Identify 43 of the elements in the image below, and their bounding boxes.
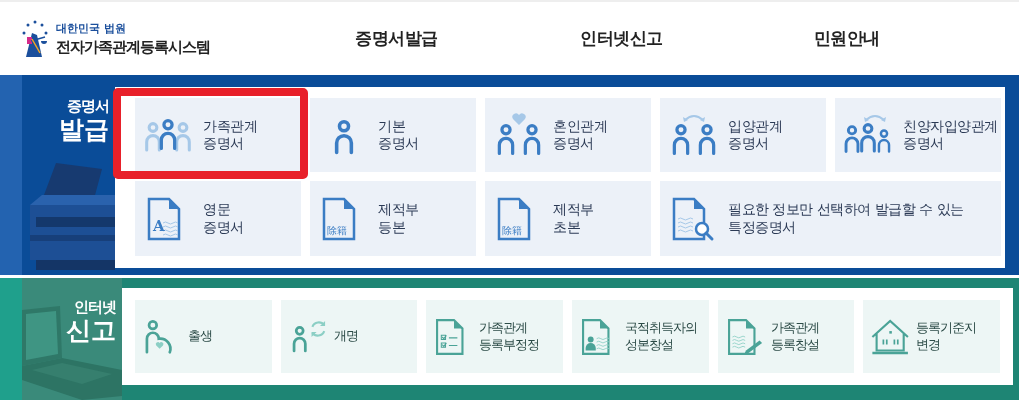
document-search-icon [672, 197, 714, 240]
certificate-tile[interactable]: 기본 증명서 [310, 98, 476, 172]
certificate-tile[interactable]: 혼인관계 증명서 [485, 98, 651, 172]
document-checklist-icon [436, 318, 464, 355]
site-title: 전자가족관계등록시스템 [56, 37, 210, 57]
report-tile[interactable]: 국적취득자의 성본창설 [572, 300, 709, 373]
certificate-tile[interactable]: 가족관계 증명서 [135, 98, 301, 172]
report-tile[interactable]: 가족관계 등록부정정 [426, 300, 563, 373]
org-name: 대한민국 법원 [56, 20, 127, 36]
icon-caption: 除籍 [327, 224, 346, 236]
nav-menu-item[interactable]: 인터넷신고 [509, 26, 734, 51]
document-pen-icon [727, 318, 762, 355]
section-title: 신고 [66, 317, 116, 345]
certificate-tile[interactable]: 입양관계 증명서 [660, 98, 826, 172]
section-subtitle: 증명서 [67, 97, 109, 116]
pregnant-person-icon [145, 319, 172, 354]
section-subtitle: 인터넷 [74, 298, 116, 317]
three-people-arrow-icon [844, 115, 891, 153]
nav-menu-item[interactable]: 민원안내 [734, 26, 959, 51]
certificate-tile[interactable]: 除籍 제적부 초본 [485, 181, 651, 256]
house-icon [871, 319, 910, 354]
report-tile[interactable]: 등록기준지 변경 [863, 300, 1000, 373]
person-icon [334, 119, 354, 155]
certificate-tile[interactable]: 필요한 정보만 선택하여 발급할 수 있는 특정증명서 [660, 181, 1001, 256]
two-people-arrow-icon [672, 115, 716, 156]
three-people-icon [145, 119, 191, 152]
report-tile[interactable]: 출생 [135, 300, 272, 373]
report-tile[interactable]: 가족관계 등록창설 [717, 300, 855, 373]
section-title: 발급 [59, 116, 109, 144]
document-icon [497, 197, 531, 240]
certificate-tile[interactable]: 친양자입양관계 증명서 [835, 98, 1001, 172]
certificate-tile[interactable]: 除籍 제적부 등본 [310, 181, 476, 256]
document-icon [147, 197, 181, 240]
icon-caption: A [153, 216, 165, 235]
report-tile[interactable]: 개명 [280, 300, 418, 373]
document-person-icon [582, 318, 610, 355]
couple-heart-icon [497, 113, 541, 156]
nav-menu-item[interactable]: 증명서발급 [284, 26, 509, 51]
person-refresh-icon [292, 320, 325, 352]
certificate-tile[interactable]: A 영문 증명서 [135, 181, 301, 256]
court-emblem-icon [20, 18, 50, 59]
document-icon [322, 197, 356, 240]
icon-caption: 除籍 [502, 224, 521, 236]
